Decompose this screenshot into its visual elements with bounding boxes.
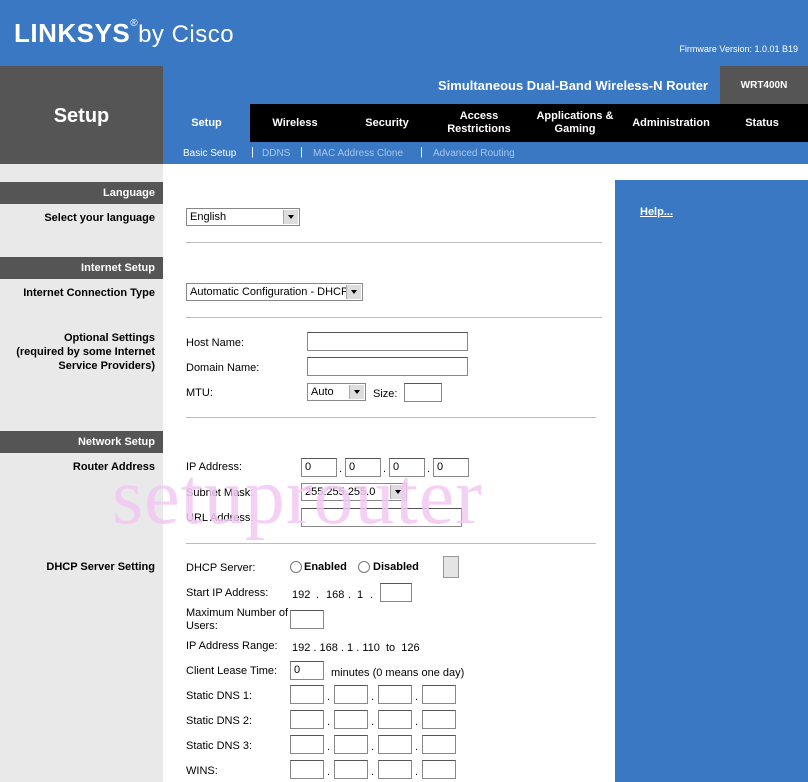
start-ip-octet-4-input[interactable] xyxy=(380,583,412,602)
tab-wireless[interactable]: Wireless xyxy=(250,104,340,142)
static-dns3-octet-1[interactable] xyxy=(290,735,324,754)
start-ip-octet-3: 1 xyxy=(357,589,364,601)
domain-name-label: Domain Name: xyxy=(186,362,260,374)
subtab-basic-setup[interactable]: Basic Setup xyxy=(183,148,236,159)
static-dns2-octet-2[interactable] xyxy=(334,710,368,729)
wins-label: WINS: xyxy=(186,765,218,777)
ip-range-label: IP Address Range: xyxy=(186,640,278,652)
lease-time-hint: minutes (0 means one day) xyxy=(331,667,465,679)
subtab-separator: | xyxy=(300,146,303,158)
section-language: Language xyxy=(0,182,163,204)
octet-separator: . xyxy=(327,766,331,778)
static-dns3-octet-3[interactable] xyxy=(378,735,412,754)
subtab-ddns[interactable]: DDNS xyxy=(262,148,290,159)
max-users-input[interactable] xyxy=(290,610,324,629)
octet-separator: . xyxy=(327,691,331,703)
divider xyxy=(186,317,602,318)
chevron-down-icon xyxy=(283,210,298,224)
subtab-mac-address-clone[interactable]: MAC Address Clone xyxy=(313,148,403,159)
mtu-select[interactable]: Auto xyxy=(307,383,366,401)
max-users-label: Maximum Number of Users: xyxy=(186,607,289,632)
static-dns1-octet-3[interactable] xyxy=(378,685,412,704)
start-ip-octet-2: 168 xyxy=(326,589,345,601)
subtab-advanced-routing[interactable]: Advanced Routing xyxy=(433,148,515,159)
octet-separator: . xyxy=(415,766,419,778)
model-number: WRT400N xyxy=(720,66,808,104)
tab-applications-gaming[interactable]: Applications & Gaming xyxy=(524,104,626,142)
tab-administration[interactable]: Administration xyxy=(626,104,716,142)
static-dns2-octet-1[interactable] xyxy=(290,710,324,729)
dhcp-server-label: DHCP Server: xyxy=(186,562,256,574)
label-optional-settings: Optional Settings (required by some Inte… xyxy=(16,332,155,372)
language-select[interactable]: English xyxy=(186,208,300,226)
domain-name-input[interactable] xyxy=(307,357,468,376)
label-select-language: Select your language xyxy=(44,212,155,224)
dhcp-enabled-label: Enabled xyxy=(304,561,347,573)
ip-range-value: 192 . 168 . 1 . 110 to 126 xyxy=(292,642,420,654)
octet-separator: . xyxy=(327,716,331,728)
label-dhcp-server-setting: DHCP Server Setting xyxy=(46,561,155,573)
lease-time-input[interactable]: 0 xyxy=(290,661,324,680)
divider xyxy=(186,242,602,243)
octet-separator: . xyxy=(327,741,331,753)
section-internet-setup: Internet Setup xyxy=(0,257,163,279)
static-dns1-octet-4[interactable] xyxy=(422,685,456,704)
product-name: Simultaneous Dual-Band Wireless-N Router xyxy=(163,66,720,104)
divider xyxy=(186,417,596,418)
linksys-logo: LINKSYS®by Cisco xyxy=(14,18,235,48)
dhcp-disabled-radio[interactable] xyxy=(358,561,370,573)
tab-access-restrictions[interactable]: Access Restrictions xyxy=(434,104,524,142)
wins-octet-2[interactable] xyxy=(334,760,368,779)
wins-octet-1[interactable] xyxy=(290,760,324,779)
mtu-label: MTU: xyxy=(186,387,213,399)
help-link[interactable]: Help... xyxy=(640,206,673,218)
mtu-size-label: Size: xyxy=(373,388,398,400)
octet-separator: . xyxy=(371,716,375,728)
connection-type-value: Automatic Configuration - DHCP xyxy=(190,286,349,298)
label-connection-type: Internet Connection Type xyxy=(23,287,155,299)
wins-octet-3[interactable] xyxy=(378,760,412,779)
dhcp-reservation-button[interactable] xyxy=(443,556,459,578)
connection-type-select[interactable]: Automatic Configuration - DHCP xyxy=(186,283,363,301)
octet-separator: . xyxy=(371,691,375,703)
subtab-separator: | xyxy=(251,146,254,158)
tab-setup[interactable]: Setup xyxy=(163,104,250,142)
octet-separator: . xyxy=(371,766,375,778)
chevron-down-icon xyxy=(349,385,364,399)
language-value: English xyxy=(190,211,227,223)
dhcp-enabled-radio[interactable] xyxy=(290,561,302,573)
static-dns1-octet-1[interactable] xyxy=(290,685,324,704)
firmware-version: Firmware Version: 1.0.01 B19 xyxy=(679,44,798,54)
static-dns3-octet-4[interactable] xyxy=(422,735,456,754)
start-ip-label: Start IP Address: xyxy=(186,587,269,599)
watermark-text: setuprouter xyxy=(112,453,483,541)
static-dns2-label: Static DNS 2: xyxy=(186,715,253,727)
octet-separator: . xyxy=(415,741,419,753)
wins-octet-4[interactable] xyxy=(422,760,456,779)
host-name-label: Host Name: xyxy=(186,337,245,349)
tab-status[interactable]: Status xyxy=(716,104,808,142)
static-dns2-octet-3[interactable] xyxy=(378,710,412,729)
static-dns1-label: Static DNS 1: xyxy=(186,690,253,702)
section-network-setup: Network Setup xyxy=(0,431,163,453)
tab-security[interactable]: Security xyxy=(340,104,434,142)
divider xyxy=(186,543,596,544)
static-dns2-octet-4[interactable] xyxy=(422,710,456,729)
subtab-separator: | xyxy=(420,146,423,158)
static-dns3-octet-2[interactable] xyxy=(334,735,368,754)
static-dns3-label: Static DNS 3: xyxy=(186,740,253,752)
static-dns1-octet-2[interactable] xyxy=(334,685,368,704)
octet-separator: . xyxy=(415,716,419,728)
host-name-input[interactable] xyxy=(307,332,468,351)
octet-separator: . xyxy=(415,691,419,703)
dhcp-disabled-label: Disabled xyxy=(373,561,419,573)
start-ip-octet-1: 192 xyxy=(292,589,311,601)
chevron-down-icon xyxy=(346,285,361,299)
octet-separator: . xyxy=(371,741,375,753)
page-title: Setup xyxy=(0,66,163,166)
mtu-size-input[interactable] xyxy=(404,383,442,402)
lease-time-label: Client Lease Time: xyxy=(186,665,278,677)
mtu-value: Auto xyxy=(311,386,334,398)
help-panel xyxy=(615,180,808,782)
